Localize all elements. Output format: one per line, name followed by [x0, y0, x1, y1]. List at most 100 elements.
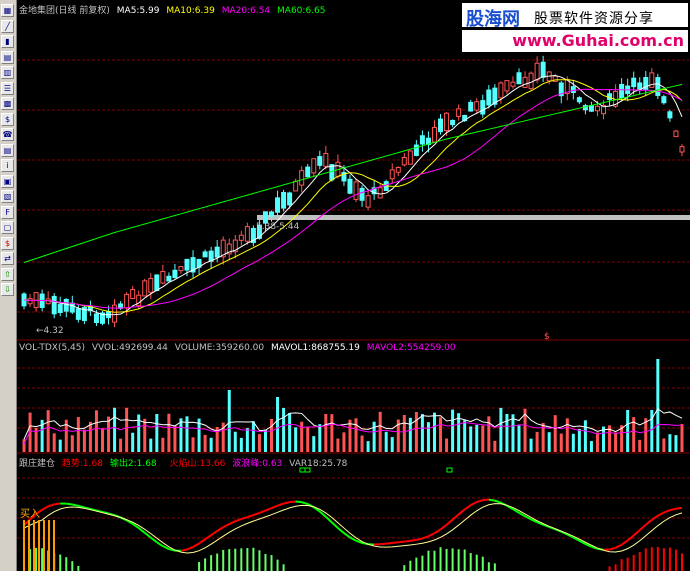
trend-segment — [186, 546, 194, 551]
candle — [202, 251, 208, 258]
volume-bar — [276, 397, 280, 452]
candle — [63, 298, 69, 312]
candle — [178, 266, 184, 272]
trend-segment — [488, 498, 496, 502]
volcano-bar — [433, 550, 436, 571]
volcano-bar — [270, 555, 273, 571]
trend-segment — [271, 504, 278, 510]
volume-bar — [662, 438, 666, 452]
line-icon[interactable]: ╱ — [1, 19, 14, 33]
candle — [588, 105, 594, 112]
buy-signal-bar — [48, 520, 50, 571]
chart-area[interactable]: 金地集团(日线 前复权) MA5:5.99 MA10:6.39 MA20:6.5… — [17, 0, 690, 571]
swap-icon[interactable]: ⇄ — [1, 252, 14, 265]
multi-icon[interactable]: ▣ — [1, 174, 14, 188]
volume-bar — [668, 434, 672, 452]
trend-segment — [433, 528, 442, 535]
var18-label: VAR18:25.78 — [289, 459, 348, 469]
volcano-bar — [475, 554, 478, 571]
trend-segment — [386, 541, 393, 545]
volcano-bar — [463, 549, 466, 571]
volume-bar — [517, 425, 521, 452]
candle — [27, 298, 33, 305]
buy-signal-bar — [53, 520, 55, 571]
volume-marker: $ — [544, 332, 550, 342]
info-icon[interactable]: i — [1, 159, 14, 172]
signal-line — [23, 503, 683, 554]
candle-icon[interactable]: ▮ — [1, 35, 14, 48]
trend-segment — [651, 514, 659, 521]
volume-bar — [149, 438, 153, 452]
buy-signal-bar — [28, 520, 30, 571]
candle — [142, 280, 148, 297]
volume-bar — [487, 416, 491, 452]
volume-bar — [360, 435, 364, 452]
phone-icon[interactable]: ☎ — [1, 128, 14, 141]
volcano-bar — [240, 548, 243, 571]
dollar-icon[interactable]: $ — [1, 236, 14, 250]
volume-bar — [535, 431, 539, 452]
doc-icon[interactable]: ▧ — [1, 190, 14, 203]
candle — [269, 211, 275, 217]
volume-bar — [565, 418, 569, 452]
candle — [184, 258, 190, 271]
volume-bar — [650, 409, 654, 452]
trend-segment — [216, 526, 224, 532]
volume-bar — [426, 422, 430, 452]
trend-segment — [150, 536, 158, 544]
volume-bar — [680, 424, 684, 452]
indicator-title: 跟庄建仓 — [19, 459, 56, 469]
volume-bar — [626, 409, 630, 452]
ma10-label: MA10:6.39 — [166, 6, 215, 16]
volcano-bar — [222, 549, 225, 571]
volume-bar — [384, 431, 388, 452]
candle — [154, 274, 160, 292]
candle — [486, 89, 492, 106]
list-icon[interactable]: ☰ — [1, 81, 14, 95]
trend-segment — [41, 505, 49, 511]
price-chart[interactable] — [17, 0, 690, 571]
candle — [317, 156, 323, 166]
volcano-bar — [644, 548, 647, 571]
trend-segment — [464, 504, 472, 511]
volcano-bar — [445, 548, 448, 571]
volcano-bar — [626, 557, 629, 571]
volume-bar — [336, 438, 340, 452]
window-icon[interactable]: ▢ — [1, 221, 14, 234]
calc-icon[interactable]: ▩ — [1, 97, 14, 110]
grid-icon[interactable]: ▥ — [1, 66, 14, 79]
candle — [576, 97, 582, 103]
volcano-bar — [35, 547, 38, 571]
candle — [619, 83, 625, 99]
candle — [238, 234, 244, 241]
trend-segment — [428, 532, 435, 538]
volcano-bar — [608, 566, 611, 571]
candle — [347, 178, 353, 194]
trend-segment — [470, 501, 478, 507]
bar-icon[interactable]: ▤ — [1, 50, 14, 64]
f10-icon[interactable]: F — [1, 205, 14, 219]
trend-segment — [627, 534, 635, 542]
trend-segment — [349, 536, 357, 542]
ma5-line — [23, 74, 683, 316]
candle — [359, 187, 365, 201]
volcano-bar — [409, 560, 412, 571]
candle — [480, 100, 486, 115]
volcano-bar — [632, 554, 635, 571]
candle — [419, 135, 425, 145]
volume-bar — [131, 432, 135, 452]
chart-icon[interactable]: ▦ — [1, 4, 14, 17]
candle — [431, 126, 437, 143]
candle — [407, 150, 413, 165]
table-icon[interactable]: ▤ — [1, 143, 14, 157]
trend-segment — [451, 513, 460, 521]
output2-label: 输出2:1.68 — [109, 459, 157, 469]
trend-segment — [494, 499, 502, 504]
money-icon[interactable]: $ — [1, 112, 14, 126]
trend-segment — [337, 527, 345, 534]
up-arrow-icon[interactable]: ⇧ — [1, 267, 14, 281]
volcano-bar — [674, 549, 677, 571]
volcano-bar — [439, 547, 442, 571]
down-arrow-icon[interactable]: ⇩ — [1, 283, 14, 296]
candle — [214, 246, 220, 258]
